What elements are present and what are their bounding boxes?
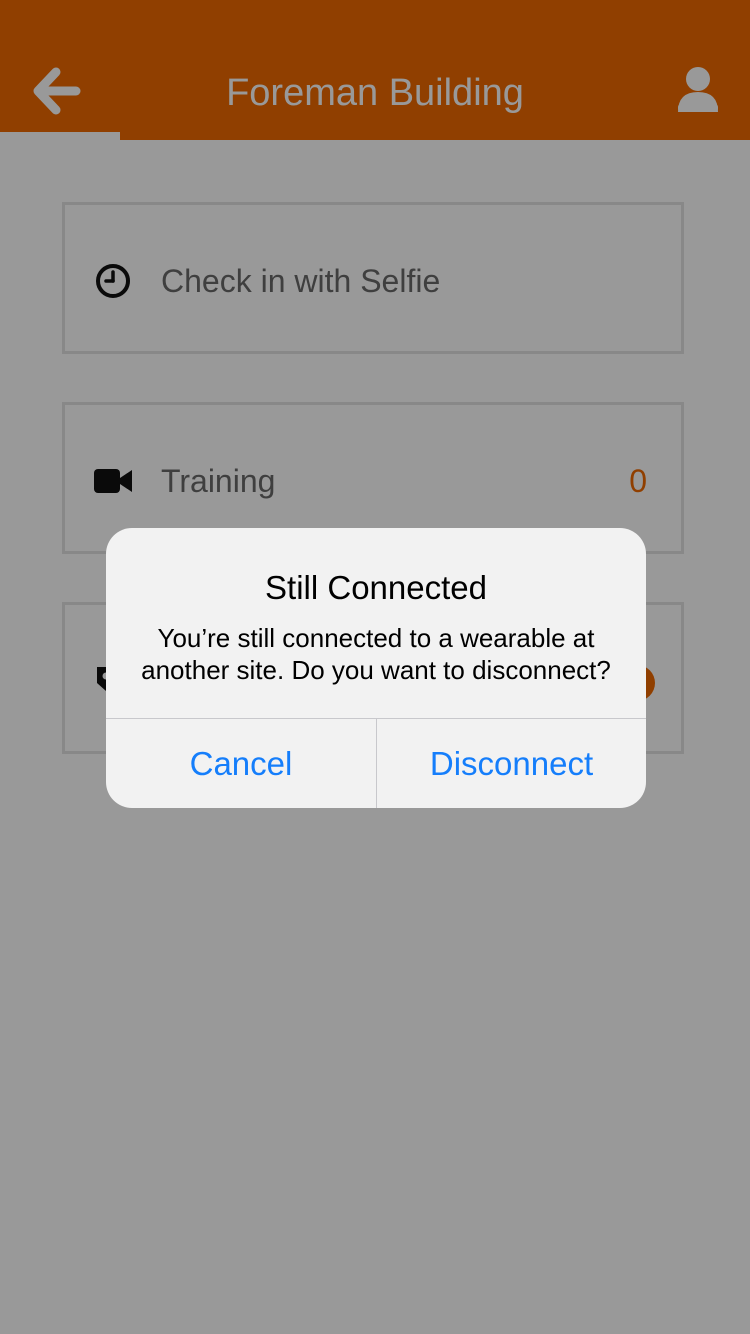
alert-dialog: Still Connected You’re still connected t…	[106, 528, 646, 808]
disconnect-button[interactable]: Disconnect	[377, 719, 646, 808]
cancel-button[interactable]: Cancel	[106, 719, 376, 808]
alert-message: You’re still connected to a wearable at …	[141, 623, 611, 685]
app-screen: Foreman Building Check in with Selfie Tr…	[0, 0, 750, 1334]
alert-title: Still Connected	[265, 569, 487, 606]
